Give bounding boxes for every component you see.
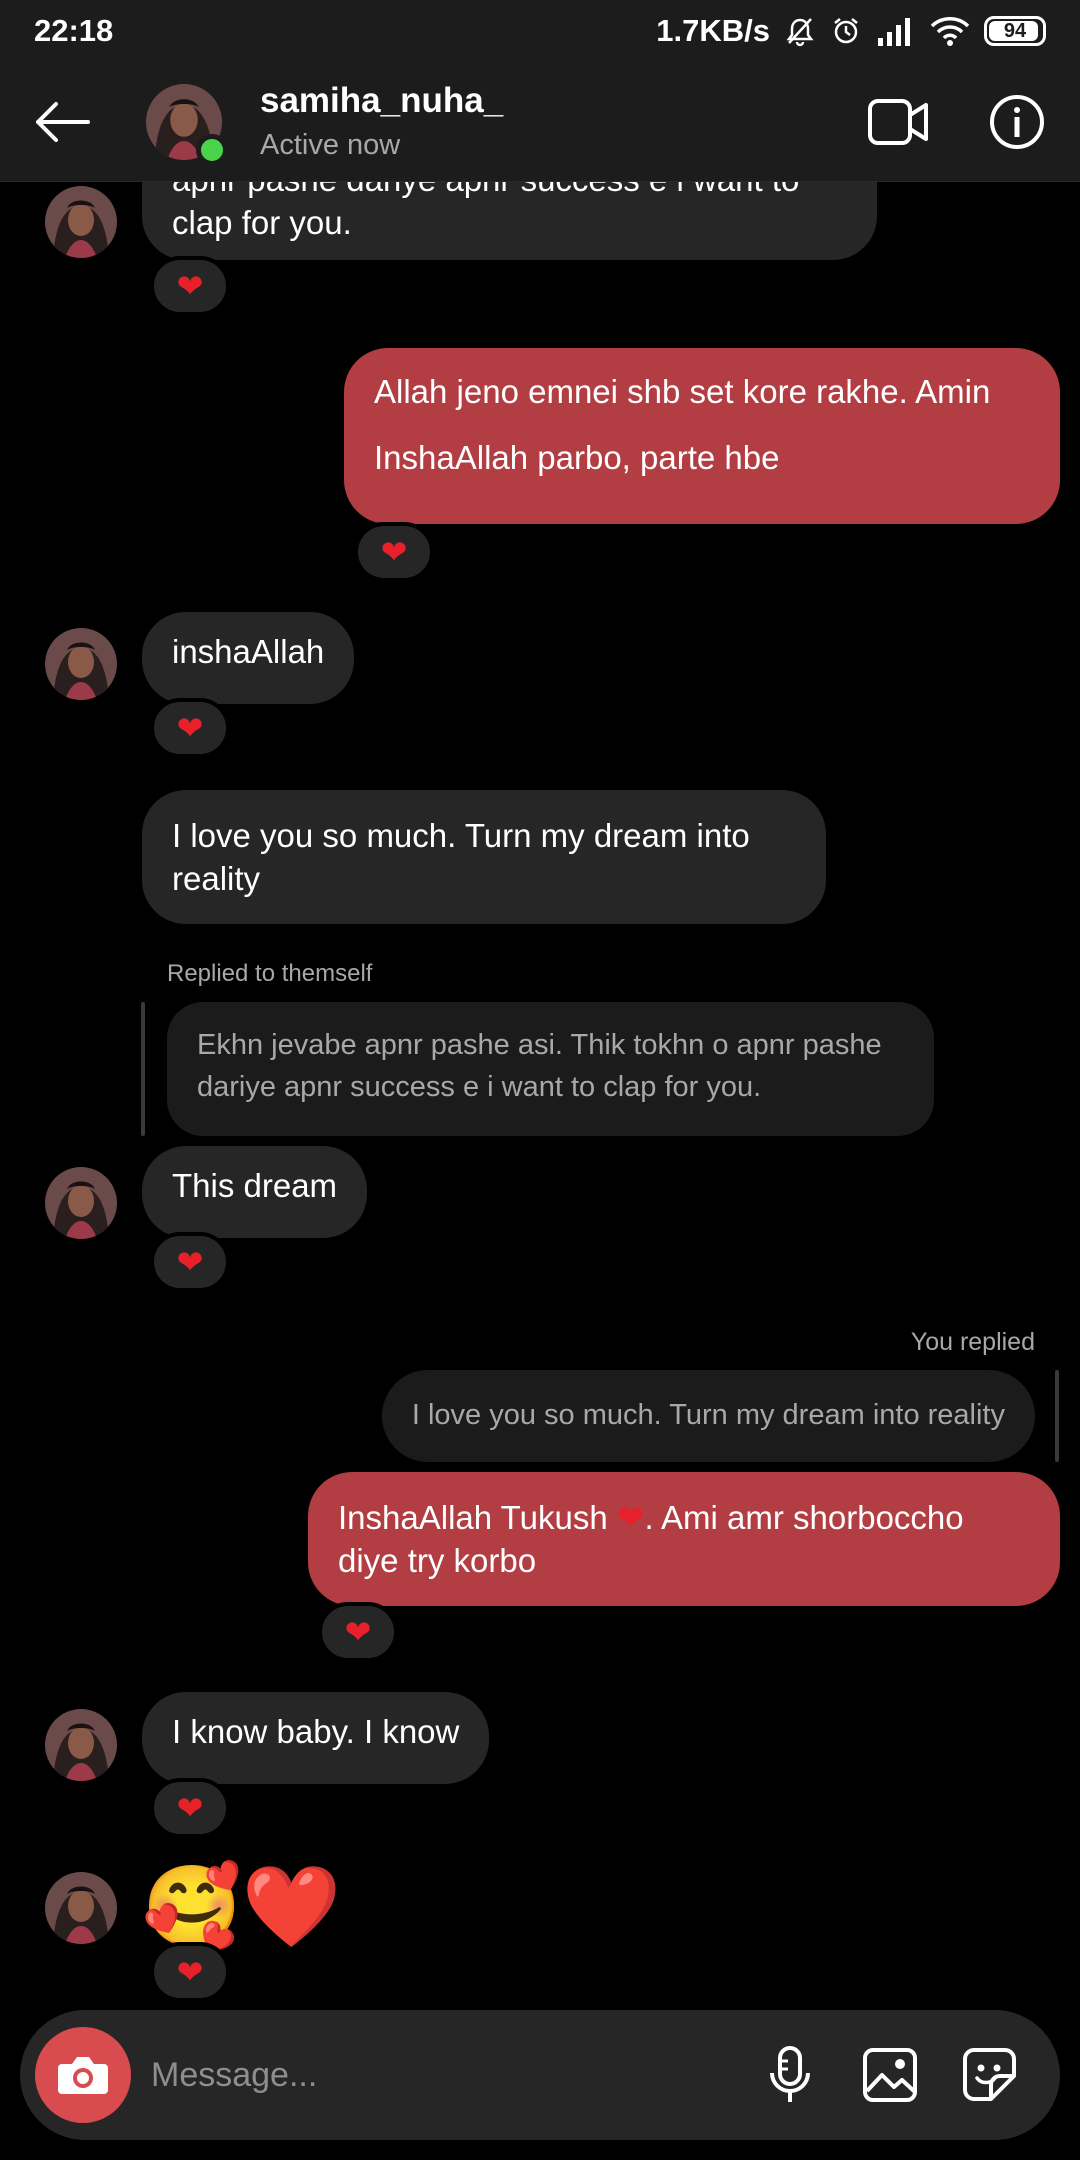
- message-list[interactable]: apnr pashe dariye apnr success e i want …: [0, 182, 1080, 2008]
- incoming-message[interactable]: This dream: [142, 1146, 368, 1238]
- quoted-text: Ekhn jevabe apnr pashe asi. Thik tokhn o…: [197, 1029, 882, 1061]
- sender-avatar[interactable]: [45, 1872, 117, 1944]
- incoming-message[interactable]: I love you so much. Turn my dream into r…: [142, 790, 826, 924]
- heart-reaction[interactable]: ❤: [318, 1602, 398, 1662]
- message-text: apnr pashe dariye apnr success e i want …: [172, 182, 847, 201]
- sender-avatar[interactable]: [45, 186, 117, 258]
- video-call-button[interactable]: [844, 72, 954, 172]
- message-input[interactable]: [151, 2045, 740, 2105]
- battery-level: 94: [1003, 19, 1027, 42]
- quote-bar: [1055, 1370, 1059, 1462]
- chat-header: samiha_nuha_ Active now: [0, 62, 1080, 182]
- reply-label: Replied to themself: [167, 960, 373, 987]
- username: samiha_nuha_: [260, 81, 504, 120]
- back-arrow-icon: [36, 101, 90, 142]
- message-text: Allah jeno emnei shb set kore rakhe. Ami…: [374, 373, 991, 410]
- message-text: reality: [172, 860, 261, 897]
- sender-avatar[interactable]: [45, 1167, 117, 1239]
- camera-button[interactable]: [35, 2027, 131, 2123]
- quoted-message[interactable]: I love you so much. Turn my dream into r…: [381, 1370, 1035, 1462]
- video-call-icon: [868, 98, 928, 145]
- gallery-icon: [863, 2048, 917, 2102]
- quoted-text: I love you so much. Turn my dream into r…: [411, 1399, 1005, 1431]
- message-text: I know baby. I know: [172, 1713, 460, 1750]
- gallery-button[interactable]: [840, 2025, 940, 2125]
- header-user-info[interactable]: samiha_nuha_ Active now: [260, 81, 503, 162]
- message-text: InshaAllah Tukush ❤. Ami amr shorboccho: [338, 1496, 1030, 1539]
- sender-avatar[interactable]: [45, 1709, 117, 1781]
- message-text-part: InshaAllah Tukush: [338, 1499, 617, 1536]
- message-text-part: . Ami amr shorboccho: [644, 1499, 964, 1536]
- sticker-button[interactable]: [940, 2025, 1040, 2125]
- info-icon: [990, 94, 1044, 149]
- heart-reaction[interactable]: ❤: [354, 522, 434, 582]
- heart-reaction[interactable]: ❤: [150, 256, 230, 316]
- incoming-message[interactable]: I know baby. I know: [142, 1692, 490, 1784]
- message-text: inshaAllah: [172, 633, 325, 670]
- status-bar: 22:18 1.7KB/s 94: [0, 0, 1080, 62]
- heart-emoji-icon: ❤: [616, 1499, 645, 1536]
- heart-reaction[interactable]: ❤: [150, 1942, 230, 2002]
- microphone-icon: [770, 2046, 810, 2102]
- network-speed: 1.7KB/s: [656, 13, 770, 48]
- heart-reaction[interactable]: ❤: [150, 1232, 230, 1292]
- message-text: clap for you.: [172, 204, 352, 241]
- status-right: 1.7KB/s 94: [656, 13, 1046, 49]
- info-button[interactable]: [962, 72, 1072, 172]
- message-composer: [20, 2010, 1060, 2140]
- outgoing-message[interactable]: InshaAllah Tukush ❤. Ami amr shorboccho …: [308, 1472, 1060, 1606]
- quote-bar: [141, 1002, 145, 1136]
- heart-reaction[interactable]: ❤: [150, 698, 230, 758]
- battery-icon: 94: [984, 16, 1046, 46]
- signal-icon: [876, 16, 916, 46]
- reply-label: You replied: [910, 1328, 1035, 1356]
- outgoing-message[interactable]: Allah jeno emnei shb set kore rakhe. Ami…: [344, 348, 1060, 524]
- message-text: diye try korbo: [338, 1542, 537, 1579]
- message-text: InshaAllah parbo, parte hbe: [374, 439, 780, 476]
- quoted-text: dariye apnr success e i want to clap for…: [197, 1071, 762, 1103]
- sender-avatar[interactable]: [45, 628, 117, 700]
- incoming-message[interactable]: apnr pashe dariye apnr success e i want …: [142, 182, 877, 260]
- header-actions: [844, 72, 1080, 172]
- header-avatar[interactable]: [146, 83, 228, 166]
- wifi-icon: [930, 16, 970, 46]
- mute-bell-icon: [784, 15, 816, 47]
- voice-message-button[interactable]: [740, 2025, 840, 2125]
- emoji-message[interactable]: 🥰❤️: [142, 1862, 341, 1952]
- camera-icon: [58, 2057, 108, 2094]
- message-text: I love you so much. Turn my dream into: [172, 817, 750, 854]
- online-indicator: [196, 133, 228, 166]
- status-time: 22:18: [34, 13, 114, 48]
- sticker-icon: [963, 2048, 1016, 2101]
- incoming-message[interactable]: inshaAllah: [142, 612, 355, 704]
- heart-reaction[interactable]: ❤: [150, 1778, 230, 1838]
- activity-status: Active now: [260, 129, 401, 161]
- back-button[interactable]: [0, 62, 124, 182]
- quoted-message[interactable]: Ekhn jevabe apnr pashe asi. Thik tokhn o…: [167, 1002, 934, 1136]
- message-text: This dream: [172, 1167, 338, 1204]
- alarm-icon: [830, 15, 862, 47]
